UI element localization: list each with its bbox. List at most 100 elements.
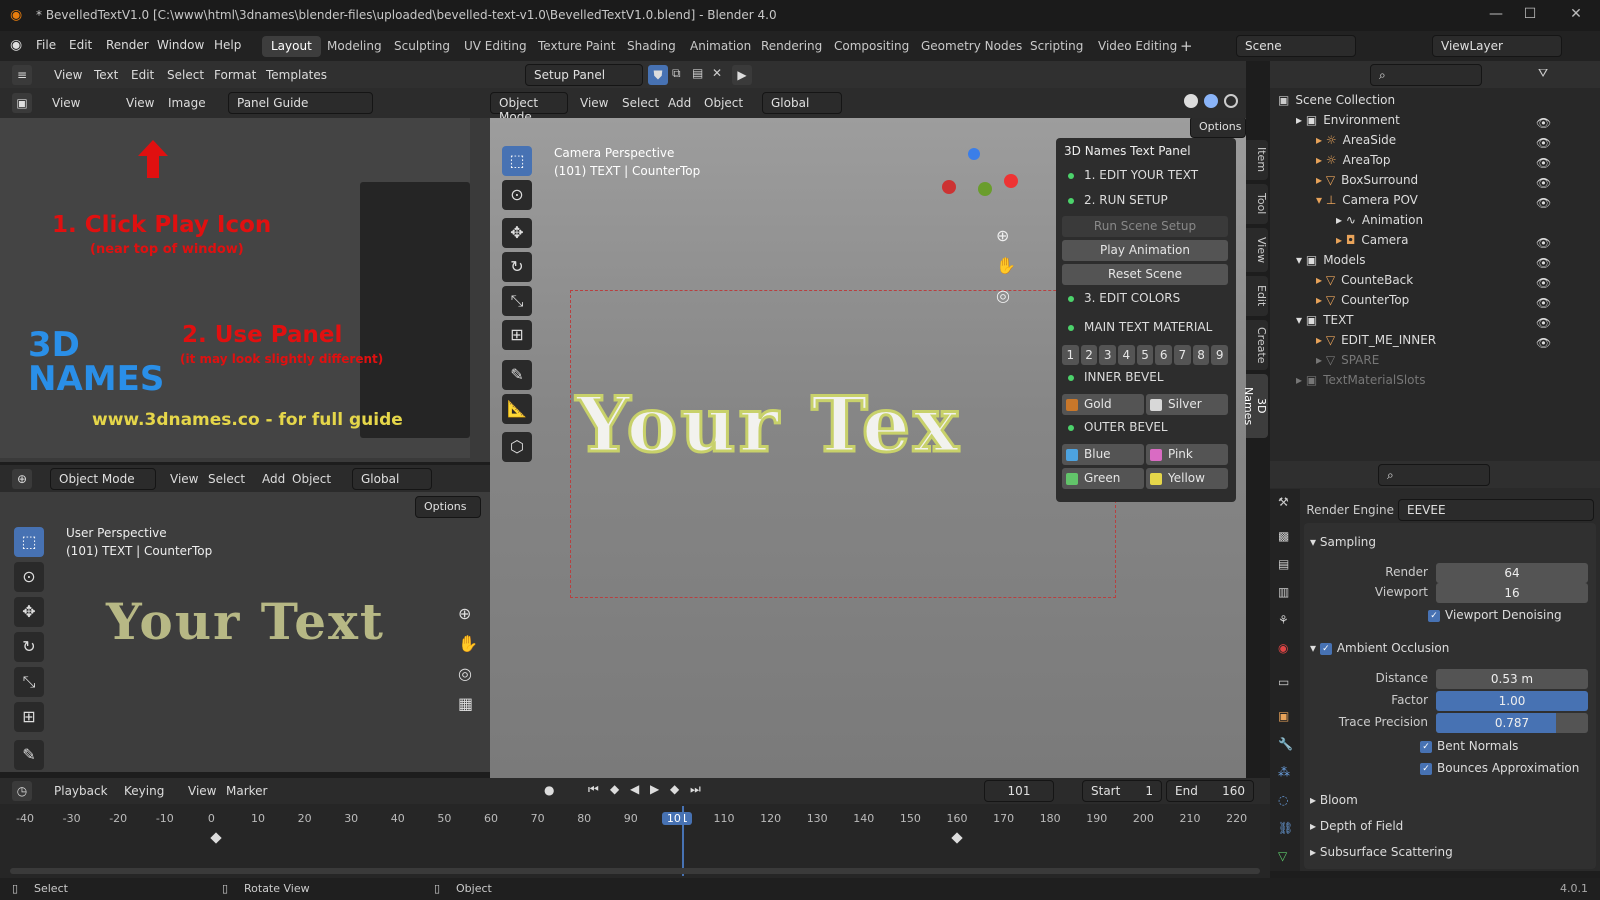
timeline-menu-view[interactable]: View: [188, 784, 216, 798]
close-icon[interactable]: ✕: [1566, 6, 1586, 24]
rendered-shading-icon[interactable]: [1224, 94, 1238, 108]
small-camera-icon[interactable]: ◎: [458, 664, 472, 683]
sidebar-tab-item[interactable]: Item: [1246, 140, 1268, 180]
record-icon[interactable]: ●: [544, 783, 554, 797]
image-editor-type-icon[interactable]: ▣: [12, 93, 32, 113]
editor-type-icon[interactable]: ≡: [12, 65, 32, 85]
play-reverse-icon[interactable]: ◀: [630, 782, 639, 796]
main-orientation-selector[interactable]: Global: [762, 92, 842, 114]
small-options-button[interactable]: Options: [415, 496, 481, 518]
outer-green-button[interactable]: Green: [1062, 468, 1144, 489]
menu-window[interactable]: Window: [157, 38, 204, 52]
data-tab-icon[interactable]: ▽: [1278, 849, 1287, 863]
panel-title[interactable]: 3D Names Text Panel: [1064, 144, 1191, 158]
menu-edit[interactable]: Edit: [69, 38, 92, 52]
outliner-item-spare[interactable]: ▸ ▽ SPARE: [1316, 353, 1379, 373]
ao-panel-header[interactable]: ▾ ✓ Ambient Occlusion: [1310, 641, 1449, 655]
main-scale-tool[interactable]: ⤡: [502, 286, 532, 316]
timeline-area[interactable]: -40 -30 -20 -10 0 10 20 30 40 50 60 70 80 90 101 110 120…: [0, 804, 1270, 878]
menu-help[interactable]: Help: [214, 38, 241, 52]
tab-compositing[interactable]: Compositing: [825, 36, 918, 57]
reset-scene-button[interactable]: Reset Scene: [1062, 264, 1228, 285]
modifier-tab-icon[interactable]: 🔧: [1278, 737, 1293, 751]
current-frame-field[interactable]: 101: [984, 780, 1054, 802]
jump-start-icon[interactable]: ⏮: [588, 782, 599, 797]
tab-layout[interactable]: Layout: [262, 36, 321, 57]
gizmo-z-icon[interactable]: [968, 148, 980, 160]
render-tab-icon[interactable]: ▩: [1278, 529, 1289, 543]
end-frame-field[interactable]: End 160: [1166, 780, 1254, 802]
small-menu-add[interactable]: Add: [262, 472, 285, 486]
particles-tab-icon[interactable]: ⁂: [1278, 765, 1290, 779]
image-menu-image[interactable]: Image: [168, 96, 206, 110]
outliner-item-models[interactable]: ▾ ▣ Models: [1296, 253, 1365, 273]
tab-texture-paint[interactable]: Texture Paint: [529, 36, 624, 57]
small-menu-object[interactable]: Object: [292, 472, 331, 486]
tab-sculpting[interactable]: Sculpting: [385, 36, 459, 57]
keyframe-marker[interactable]: [210, 832, 222, 844]
main-pan-hand-icon[interactable]: ✋: [996, 256, 1016, 275]
text-menu-view[interactable]: View: [54, 68, 82, 82]
outliner-item-counteback[interactable]: ▸ ▽ CounteBack: [1316, 273, 1413, 293]
filter-icon[interactable]: ⛛: [1538, 66, 1548, 81]
minimize-icon[interactable]: —: [1486, 6, 1506, 24]
outliner-item-environment[interactable]: ▸ ▣ Environment: [1296, 113, 1400, 133]
text-menu-select[interactable]: Select: [167, 68, 204, 82]
text-menu-format[interactable]: Format: [214, 68, 256, 82]
outer-pink-button[interactable]: Pink: [1146, 444, 1228, 465]
material-slot-8[interactable]: 8: [1192, 345, 1210, 365]
run-scene-setup-button[interactable]: Run Scene Setup: [1062, 216, 1228, 237]
ao-distance-field[interactable]: 0.53 m: [1436, 669, 1588, 689]
solid-shading-icon[interactable]: [1184, 94, 1198, 108]
bounces-approx-checkbox[interactable]: ✓ Bounces Approximation: [1420, 761, 1579, 775]
unlink-text-icon[interactable]: ✕: [712, 66, 722, 80]
sidebar-tab-view[interactable]: View: [1246, 228, 1268, 272]
main-menu-select[interactable]: Select: [622, 96, 659, 110]
main-zoom-icon[interactable]: ⊕: [996, 226, 1009, 245]
outliner-scene-collection[interactable]: ▣ Scene Collection: [1278, 93, 1395, 113]
small-orientation-selector[interactable]: Global: [352, 468, 432, 490]
outliner-item-animation[interactable]: ▸ ∿ Animation: [1336, 213, 1423, 233]
outliner-item-camera-pov[interactable]: ▾ ⊥ Camera POV: [1316, 193, 1418, 213]
small-viewport[interactable]: Options User Perspective (101) TEXT | Co…: [0, 492, 490, 772]
output-tab-icon[interactable]: ▤: [1278, 557, 1289, 571]
next-keyframe-icon[interactable]: ◆: [670, 782, 679, 796]
sidebar-tab-3d-names[interactable]: 3D Names: [1242, 374, 1268, 438]
dof-panel-header[interactable]: ▸ Depth of Field: [1310, 819, 1403, 833]
material-slot-7[interactable]: 7: [1174, 345, 1191, 365]
material-slot-4[interactable]: 4: [1118, 345, 1135, 365]
small-grid-icon[interactable]: ▦: [458, 694, 473, 713]
viewlayer-selector[interactable]: ViewLayer: [1432, 35, 1562, 57]
outliner-item-edit-me-inner[interactable]: ▸ ▽ EDIT_ME_INNER: [1316, 333, 1436, 353]
tab-geometry-nodes[interactable]: Geometry Nodes: [912, 36, 1031, 57]
run-script-play-icon[interactable]: ▶: [732, 65, 752, 85]
tab-scripting[interactable]: Scripting: [1021, 36, 1092, 57]
sampling-panel-header[interactable]: ▾ Sampling: [1310, 535, 1376, 549]
material-slot-9[interactable]: 9: [1211, 345, 1229, 365]
outer-blue-button[interactable]: Blue: [1062, 444, 1144, 465]
tab-modeling[interactable]: Modeling: [318, 36, 391, 57]
main-rotate-tool[interactable]: ↻: [502, 252, 532, 282]
render-engine-selector[interactable]: EEVEE: [1398, 499, 1594, 521]
small-cursor-tool[interactable]: ⊙: [14, 562, 44, 592]
image-menu-view-toggle[interactable]: View: [52, 96, 80, 110]
fake-user-icon[interactable]: ⛊: [648, 65, 668, 85]
visibility-toggles[interactable]: 👁 👁 👁 👁 👁 👁 👁 👁 👁 👁 👁: [1536, 113, 1596, 393]
sidebar-tab-tool[interactable]: Tool: [1246, 184, 1268, 224]
sidebar-tab-create[interactable]: Create: [1246, 320, 1268, 370]
small-move-tool[interactable]: ✥: [14, 597, 44, 627]
blender-menu-icon[interactable]: ◉: [10, 37, 22, 53]
material-slot-5[interactable]: 5: [1136, 345, 1154, 365]
material-slot-3[interactable]: 3: [1099, 345, 1117, 365]
menu-file[interactable]: File: [36, 38, 56, 52]
outliner-item-countertop[interactable]: ▸ ▽ CounterTop: [1316, 293, 1409, 313]
text-menu-templates[interactable]: Templates: [266, 68, 327, 82]
main-menu-view[interactable]: View: [580, 96, 608, 110]
outliner-item-boxsurround[interactable]: ▸ ▽ BoxSurround: [1316, 173, 1418, 193]
tab-video-editing[interactable]: Video Editing: [1089, 36, 1186, 57]
small-select-tool[interactable]: ⬚: [14, 527, 44, 557]
main-menu-object[interactable]: Object: [704, 96, 743, 110]
main-camera-icon[interactable]: ◎: [996, 286, 1010, 305]
physics-tab-icon[interactable]: ◌: [1278, 793, 1288, 807]
main-select-tool[interactable]: ⬚: [502, 146, 532, 176]
